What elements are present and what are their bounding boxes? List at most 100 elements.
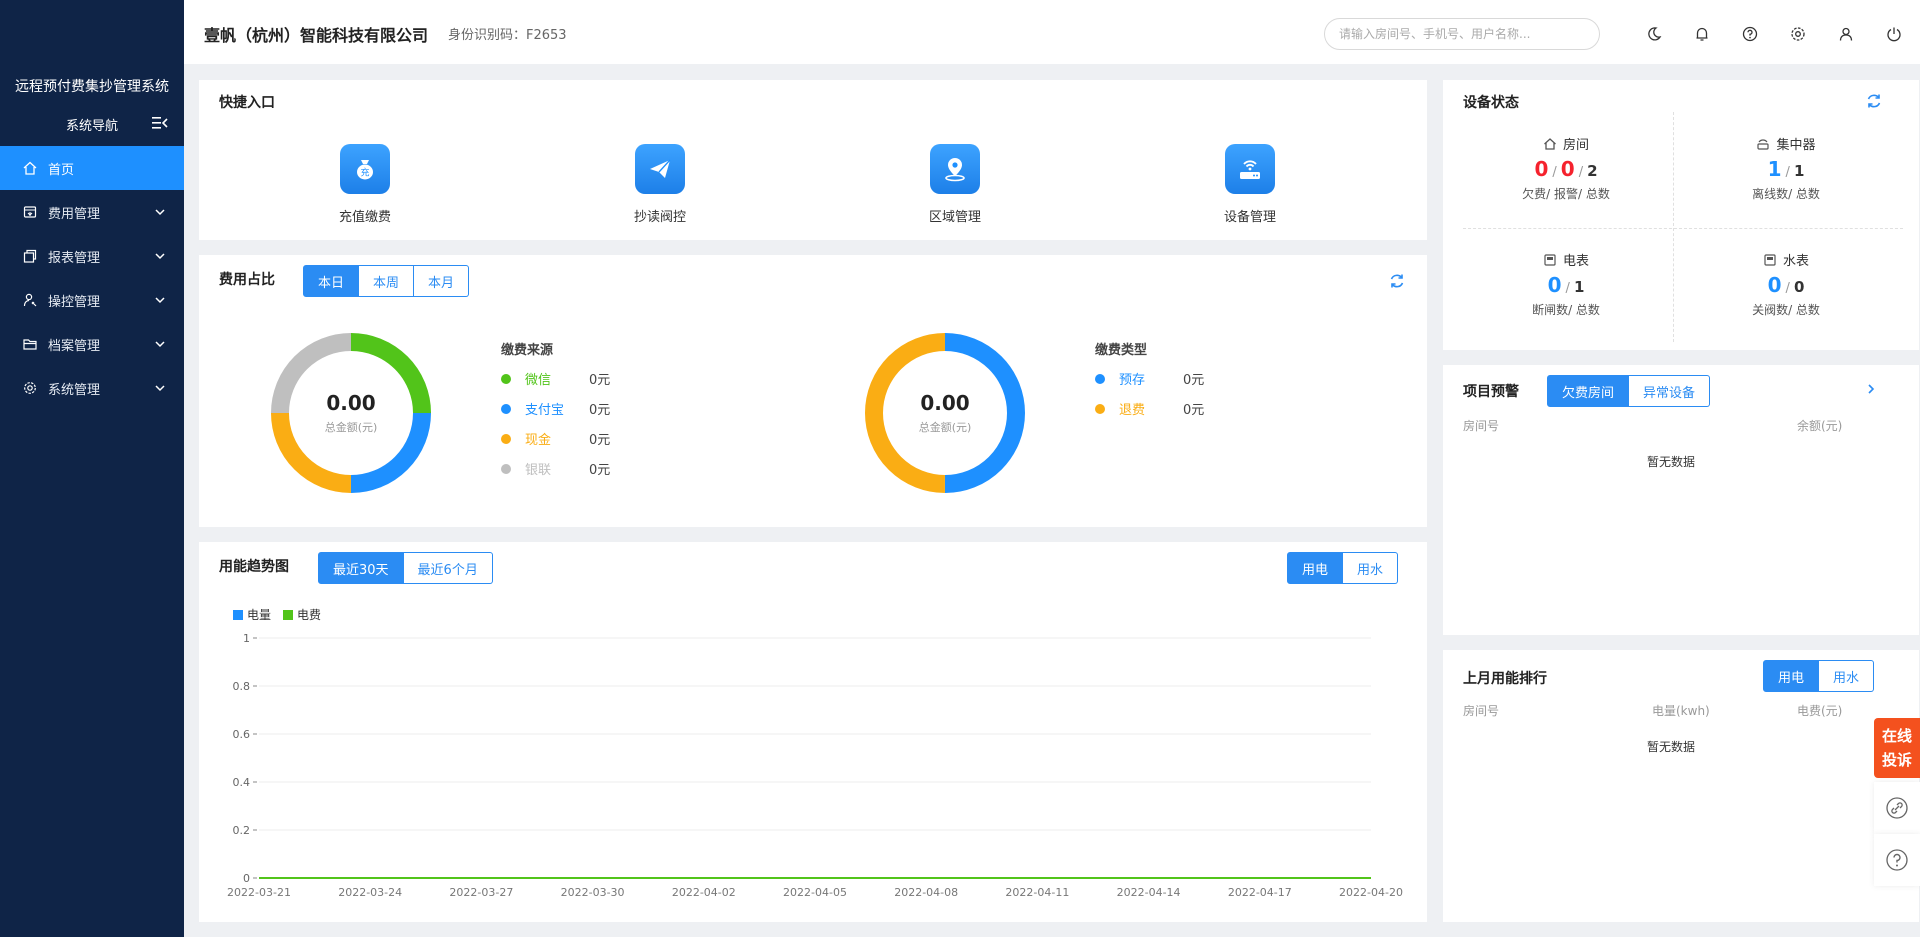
header-actions — [1630, 22, 1918, 46]
device-water-meter: 水表 0/0 关阀数/ 总数 — [1683, 250, 1889, 318]
sidebar-item-label: 档案管理 — [48, 338, 101, 354]
help-float-button[interactable] — [1874, 834, 1920, 886]
tab-water[interactable]: 用水 — [1819, 660, 1875, 692]
quick-label: 设备管理 — [1223, 210, 1276, 225]
column-room: 房间号 — [1463, 419, 1500, 433]
top-header: 壹帆（杭州）智能科技有限公司 身份识别码：F2653 — [184, 0, 1920, 64]
power-icon[interactable] — [1870, 22, 1918, 46]
sidebar-item-system[interactable]: 系统管理 — [0, 366, 184, 410]
link-button[interactable] — [1874, 782, 1920, 834]
user-icon[interactable] — [1822, 22, 1870, 46]
legend-wechat: 微信 0元 — [501, 369, 610, 388]
sidebar-item-report[interactable]: 报表管理 — [0, 234, 184, 278]
legend-cash: 现金 0元 — [501, 429, 610, 448]
location-icon — [930, 144, 980, 194]
quick-device[interactable]: 设备管理 — [1190, 144, 1310, 225]
x-tick-label: 2022-03-27 — [449, 886, 513, 899]
refresh-icon[interactable] — [1388, 272, 1406, 290]
legend-alipay: 支付宝 0元 — [501, 399, 610, 418]
device-concentrator: 集中器 1/1 离线数/ 总数 — [1683, 134, 1889, 202]
x-tick-label: 2022-04-11 — [1005, 886, 1069, 899]
valve-closed-count: 0 — [1767, 273, 1782, 297]
svg-text:充: 充 — [360, 167, 369, 179]
concentrator-icon — [1757, 138, 1770, 150]
tab-abnormal-device[interactable]: 异常设备 — [1629, 375, 1711, 407]
empty-state: 暂无数据 — [1647, 740, 1696, 754]
money-bag-icon: 充 — [340, 144, 390, 194]
project-warning-card: 项目预警 欠费房间 异常设备 房间号 余额(元) 暂无数据 — [1443, 365, 1919, 635]
online-complaint-button[interactable]: 在线 投诉 — [1874, 718, 1920, 778]
x-tick-label: 2022-03-21 — [227, 886, 291, 899]
x-tick-label: 2022-03-24 — [338, 886, 402, 899]
y-tick-label: 0.2 — [233, 824, 251, 837]
tab-today[interactable]: 本日 — [303, 265, 360, 297]
moon-icon[interactable] — [1630, 22, 1678, 46]
sidebar-item-label: 操控管理 — [48, 294, 101, 310]
total-amount-value: 0.00 — [920, 391, 970, 415]
card-title: 费用占比 — [219, 272, 275, 288]
router-icon — [1225, 144, 1275, 194]
trend-line-chart: 1 0.8 0.6 0.4 0.2 02022-03-21 2022-03-24 2022-0… — [227, 632, 1403, 899]
sidebar-item-label: 首页 — [48, 162, 75, 178]
energy-trend-card: 用能趋势图 最近30天 最近6个月 用电 用水 电量 电费 1 0.8 0.6 0.4… — [199, 542, 1427, 922]
payment-type-donut: 0.00 总金额(元) — [863, 331, 1027, 495]
card-title: 设备状态 — [1463, 95, 1519, 111]
chevron-right-icon[interactable] — [1865, 383, 1877, 395]
legend-prestore: 预存 0元 — [1095, 369, 1204, 388]
bell-icon[interactable] — [1678, 22, 1726, 46]
chevron-down-icon — [155, 341, 165, 348]
sidebar-item-control[interactable]: 操控管理 — [0, 278, 184, 322]
nav-header: 系统导航 — [0, 114, 184, 134]
legend-title: 缴费来源 — [501, 343, 554, 358]
quick-area[interactable]: 区域管理 — [895, 144, 1015, 225]
y-tick-label: 1 — [243, 632, 250, 645]
collapse-menu-icon[interactable] — [152, 116, 168, 130]
nav-label: 系统导航 — [65, 118, 118, 134]
folder-icon — [22, 336, 38, 352]
y-tick-label: 0.4 — [233, 776, 251, 789]
help-icon[interactable] — [1726, 22, 1774, 46]
card-title: 项目预警 — [1463, 384, 1519, 400]
fee-icon — [22, 204, 38, 220]
sidebar-item-fee[interactable]: 费用管理 — [0, 190, 184, 234]
column-kwh: 电量(kwh) — [1652, 704, 1710, 718]
column-room: 房间号 — [1463, 704, 1500, 718]
search-input[interactable] — [1324, 18, 1600, 50]
home-icon — [22, 160, 38, 176]
complaint-label-1: 在线 — [1881, 727, 1912, 745]
sidebar-item-home[interactable]: 首页 — [0, 146, 184, 190]
tab-month[interactable]: 本月 — [414, 265, 470, 297]
tab-electricity[interactable]: 用电 — [1763, 660, 1820, 692]
quick-label: 充值缴费 — [338, 210, 391, 225]
warning-tabs: 欠费房间 异常设备 — [1547, 375, 1711, 407]
quick-recharge[interactable]: 充 充值缴费 — [305, 144, 425, 225]
chevron-down-icon — [155, 253, 165, 260]
refresh-icon[interactable] — [1865, 92, 1883, 110]
x-tick-label: 2022-04-02 — [672, 886, 736, 899]
link-icon — [1886, 797, 1908, 819]
legend-refund: 退费 0元 — [1095, 399, 1204, 418]
legend-title: 缴费类型 — [1095, 343, 1148, 358]
sidebar-item-label: 系统管理 — [48, 382, 101, 398]
ranking-type-tabs: 用电 用水 — [1763, 660, 1875, 692]
device-name: 电表 — [1562, 254, 1589, 269]
device-desc: 断闸数/ 总数 — [1532, 303, 1600, 317]
x-tick-label: 2022-04-17 — [1228, 886, 1292, 899]
house-icon — [1544, 137, 1556, 150]
tab-arrears-room[interactable]: 欠费房间 — [1547, 375, 1630, 407]
sidebar-item-archive[interactable]: 档案管理 — [0, 322, 184, 366]
device-name: 房间 — [1562, 138, 1589, 153]
water-meter-icon — [1764, 253, 1776, 266]
quick-label: 区域管理 — [928, 210, 981, 225]
divider-horizontal — [1463, 228, 1903, 229]
company-name: 壹帆（杭州）智能科技有限公司 — [204, 26, 429, 45]
quick-read-valve[interactable]: 抄读阀控 — [600, 144, 720, 225]
empty-state: 暂无数据 — [1647, 455, 1696, 469]
water-meter-total: 0 — [1793, 278, 1805, 296]
tab-week[interactable]: 本周 — [359, 265, 415, 297]
chevron-down-icon — [155, 297, 165, 304]
energy-ranking-card: 上月用能排行 用电 用水 房间号 电量(kwh) 电费(元) 暂无数据 — [1443, 650, 1919, 922]
settings-icon[interactable] — [1774, 22, 1822, 46]
meter-icon — [1544, 253, 1556, 266]
device-desc: 关阀数/ 总数 — [1752, 303, 1820, 317]
